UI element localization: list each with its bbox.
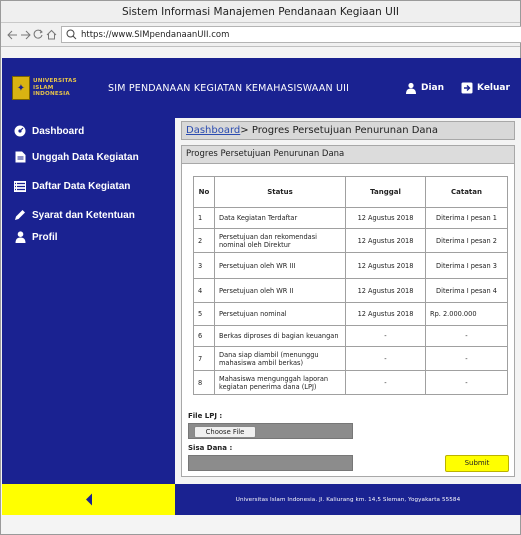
table-row: 6 Berkas diproses di bagian keuangan - - (193, 325, 508, 347)
cell-tanggal: - (345, 346, 426, 371)
logout-icon (461, 82, 473, 94)
table-header-row: No Status Tanggal Catatan (193, 176, 508, 208)
submit-button[interactable]: Submit (445, 455, 509, 472)
logo-line-2: ISLAM (33, 84, 54, 91)
cell-status: Mahasiswa mengunggah laporan kegiatan pe… (214, 370, 346, 395)
cell-tanggal: 12 Agustus 2018 (345, 278, 426, 303)
user-name: Dian (421, 83, 445, 93)
cell-catatan: Diterima I pesan 3 (425, 252, 508, 279)
window-title: Sistem Informasi Manajemen Pendanaan Keg… (1, 1, 520, 23)
column-header-catatan: Catatan (425, 176, 508, 208)
dashboard-icon (14, 125, 26, 137)
column-header-no: No (193, 176, 215, 208)
breadcrumb: Dashboard> Progres Persetujuan Penurunan… (181, 121, 515, 140)
footer-text: Universitas Islam Indonesia. Jl. Kaliura… (175, 484, 521, 515)
sidebar-item-profil[interactable]: Profil (14, 228, 58, 246)
list-icon (14, 180, 26, 192)
file-lpj-label: File LPJ : (188, 412, 223, 420)
cell-catatan: - (425, 370, 508, 395)
cell-no: 4 (193, 278, 215, 303)
table-row: 4 Persetujuan oleh WR II 12 Agustus 2018… (193, 278, 508, 303)
cell-tanggal: - (345, 370, 426, 395)
cell-tanggal: 12 Agustus 2018 (345, 302, 426, 326)
uii-logo: ✦ UNIVERSITAS ISLAM INDONESIA (12, 72, 96, 104)
table-row: 3 Persetujuan oleh WR III 12 Agustus 201… (193, 252, 508, 279)
cell-catatan: Diterima I pesan 2 (425, 228, 508, 253)
cell-catatan: Diterima I pesan 1 (425, 207, 508, 229)
column-header-tanggal: Tanggal (345, 176, 426, 208)
cell-status: Data Kegiatan Terdaftar (214, 207, 346, 229)
table-row: 8 Mahasiswa mengunggah laporan kegiatan … (193, 370, 508, 395)
logo-line-3: INDONESIA (33, 91, 70, 98)
sidebar-item-label: Unggah Data Kegiatan (32, 151, 139, 163)
cell-status: Persetujuan nominal (214, 302, 346, 326)
cell-tanggal: 12 Agustus 2018 (345, 207, 426, 229)
sisa-dana-label: Sisa Dana : (188, 444, 233, 452)
cell-no: 8 (193, 370, 215, 395)
cell-catatan: Diterima I pesan 4 (425, 278, 508, 303)
cell-status: Persetujuan oleh WR II (214, 278, 346, 303)
logo-line-1: UNIVERSITAS (33, 78, 77, 85)
address-bar: https://www.SIMpendanaanUII.com (1, 23, 521, 47)
cell-no: 2 (193, 228, 215, 253)
caret-left-icon (85, 493, 92, 506)
cell-no: 5 (193, 302, 215, 326)
breadcrumb-current: Progres Persetujuan Penurunan Dana (248, 125, 439, 136)
logout-label: Keluar (477, 83, 510, 93)
sidebar-item-label: Dashboard (32, 125, 85, 137)
app-title: SIM PENDANAAN KEGIATAN KEMAHASISWAAN UII (108, 82, 350, 94)
panel-title: Progres Persetujuan Penurunan Dana (182, 146, 514, 164)
cell-status: Dana siap diambil (menunggu mahasiswa am… (214, 346, 346, 371)
breadcrumb-separator: > (240, 125, 249, 136)
reload-icon[interactable] (33, 27, 44, 43)
cell-tanggal: 12 Agustus 2018 (345, 252, 426, 279)
sidebar-item-daftar[interactable]: Daftar Data Kegiatan (14, 177, 130, 195)
cell-no: 3 (193, 252, 215, 279)
search-icon (66, 29, 77, 40)
table-row: 1 Data Kegiatan Terdaftar 12 Agustus 201… (193, 207, 508, 229)
back-icon[interactable] (7, 27, 18, 43)
app-header: ✦ UNIVERSITAS ISLAM INDONESIA SIM PENDAN… (2, 58, 521, 118)
crest-icon: ✦ (12, 76, 30, 100)
url-field[interactable]: https://www.SIMpendanaanUII.com (61, 26, 521, 43)
main-content: Dashboard> Progres Persetujuan Penurunan… (175, 118, 521, 484)
progress-table: No Status Tanggal Catatan 1 Data Kegiata… (193, 176, 508, 395)
cell-status: Persetujuan dan rekomendasi nominal oleh… (214, 228, 346, 253)
cell-catatan: - (425, 346, 508, 371)
choose-file-button[interactable]: Choose File (194, 426, 256, 438)
pencil-icon (14, 209, 26, 221)
cell-no: 1 (193, 207, 215, 229)
collapse-sidebar-button[interactable] (2, 484, 175, 515)
sidebar-item-dashboard[interactable]: Dashboard (14, 122, 84, 140)
table-row: 5 Persetujuan nominal 12 Agustus 2018 Rp… (193, 302, 508, 326)
table-row: 7 Dana siap diambil (menunggu mahasiswa … (193, 346, 508, 371)
forward-icon[interactable] (20, 27, 31, 43)
cell-status: Persetujuan oleh WR III (214, 252, 346, 279)
column-header-status: Status (214, 176, 346, 208)
sisa-dana-field[interactable] (188, 455, 353, 471)
sidebar-item-label: Daftar Data Kegiatan (32, 180, 131, 192)
sidebar-item-unggah[interactable]: Unggah Data Kegiatan (14, 148, 139, 166)
user-icon (14, 231, 26, 243)
breadcrumb-link-dashboard[interactable]: Dashboard (186, 125, 240, 136)
url-text: https://www.SIMpendanaanUII.com (81, 29, 230, 40)
cell-tanggal: - (345, 325, 426, 347)
sidebar-item-syarat[interactable]: Syarat dan Ketentuan (14, 206, 135, 224)
cell-status: Berkas diproses di bagian keuangan (214, 325, 346, 347)
sidebar: Dashboard Unggah Data Kegiatan Daftar Da… (2, 118, 175, 484)
logout-button[interactable]: Keluar (461, 82, 510, 94)
cell-catatan: - (425, 325, 508, 347)
sidebar-item-label: Profil (32, 231, 58, 243)
user-icon (406, 82, 416, 94)
browser-window: Sistem Informasi Manajemen Pendanaan Keg… (0, 0, 521, 535)
table-row: 2 Persetujuan dan rekomendasi nominal ol… (193, 228, 508, 253)
cell-no: 7 (193, 346, 215, 371)
user-menu[interactable]: Dian (405, 82, 444, 94)
document-icon (14, 151, 26, 163)
sidebar-item-label: Syarat dan Ketentuan (32, 209, 135, 221)
cell-tanggal: 12 Agustus 2018 (345, 228, 426, 253)
cell-catatan: Rp. 2.000.000 (425, 302, 508, 326)
cell-no: 6 (193, 325, 215, 347)
home-icon[interactable] (46, 27, 57, 43)
